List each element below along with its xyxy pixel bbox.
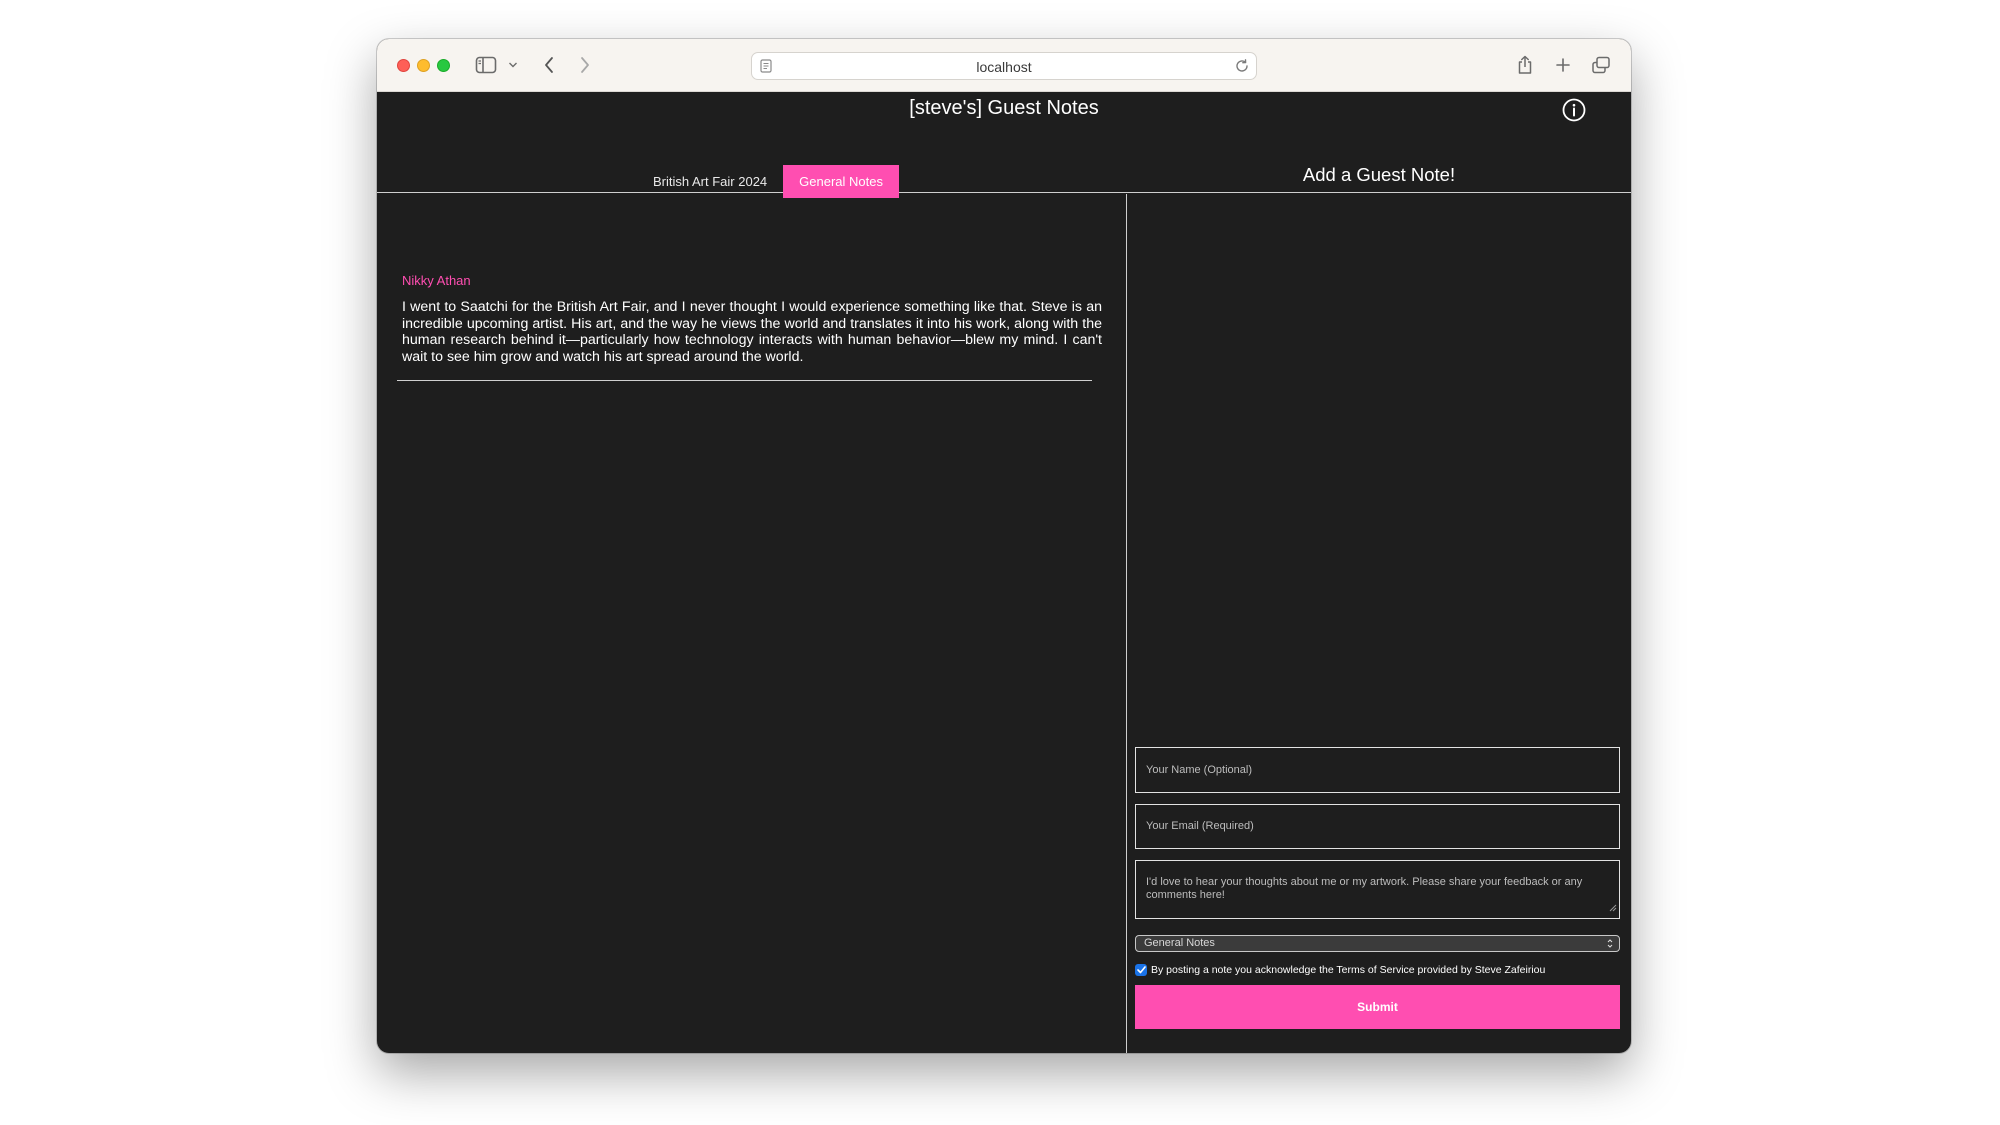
share-icon[interactable] bbox=[1513, 53, 1537, 77]
info-icon[interactable] bbox=[1561, 97, 1587, 123]
name-input[interactable]: Your Name (Optional) bbox=[1135, 747, 1620, 793]
note-author: Nikky Athan bbox=[402, 273, 471, 288]
panel-divider bbox=[1126, 194, 1127, 1053]
category-select[interactable]: General Notes bbox=[1135, 935, 1620, 952]
reload-icon[interactable] bbox=[1234, 58, 1250, 79]
tos-row: By posting a note you acknowledge the Te… bbox=[1135, 964, 1545, 976]
close-window-button[interactable] bbox=[397, 59, 410, 72]
browser-toolbar: localhost bbox=[377, 39, 1631, 92]
message-textarea[interactable]: I'd love to hear your thoughts about me … bbox=[1135, 860, 1620, 919]
forward-icon[interactable] bbox=[573, 53, 597, 77]
minimize-window-button[interactable] bbox=[417, 59, 430, 72]
form-title: Add a Guest Note! bbox=[1302, 164, 1456, 185]
browser-window: localhost [steve's] Guest Notes British … bbox=[377, 39, 1631, 1053]
url-text: localhost bbox=[976, 59, 1032, 75]
tos-checkbox[interactable] bbox=[1135, 964, 1147, 976]
note-text: I went to Saatchi for the British Art Fa… bbox=[402, 299, 1102, 365]
tab-general-notes[interactable]: General Notes bbox=[783, 165, 899, 198]
tab-overview-icon[interactable] bbox=[1589, 53, 1613, 77]
select-arrows-icon bbox=[1607, 938, 1613, 954]
guest-note: Nikky Athan I went to Saatchi for the Br… bbox=[402, 273, 1102, 365]
tab-british-art-fair-2024[interactable]: British Art Fair 2024 bbox=[637, 166, 783, 197]
page-title: [steve's] Guest Notes bbox=[909, 97, 1099, 119]
address-bar[interactable]: localhost bbox=[751, 52, 1257, 80]
submit-button[interactable]: Submit bbox=[1135, 985, 1620, 1029]
new-tab-icon[interactable] bbox=[1551, 53, 1575, 77]
tos-label: By posting a note you acknowledge the Te… bbox=[1151, 964, 1546, 976]
category-tabs: British Art Fair 2024 General Notes bbox=[637, 165, 899, 198]
resize-grip-icon[interactable] bbox=[1609, 903, 1617, 916]
category-select-value: General Notes bbox=[1144, 937, 1215, 949]
back-icon[interactable] bbox=[537, 53, 561, 77]
message-placeholder: I'd love to hear your thoughts about me … bbox=[1146, 876, 1583, 901]
chevron-down-icon[interactable] bbox=[501, 53, 525, 77]
email-input[interactable]: Your Email (Required) bbox=[1135, 804, 1620, 849]
maximize-window-button[interactable] bbox=[437, 59, 450, 72]
note-separator bbox=[397, 380, 1092, 381]
sidebar-toggle-icon[interactable] bbox=[474, 53, 498, 77]
